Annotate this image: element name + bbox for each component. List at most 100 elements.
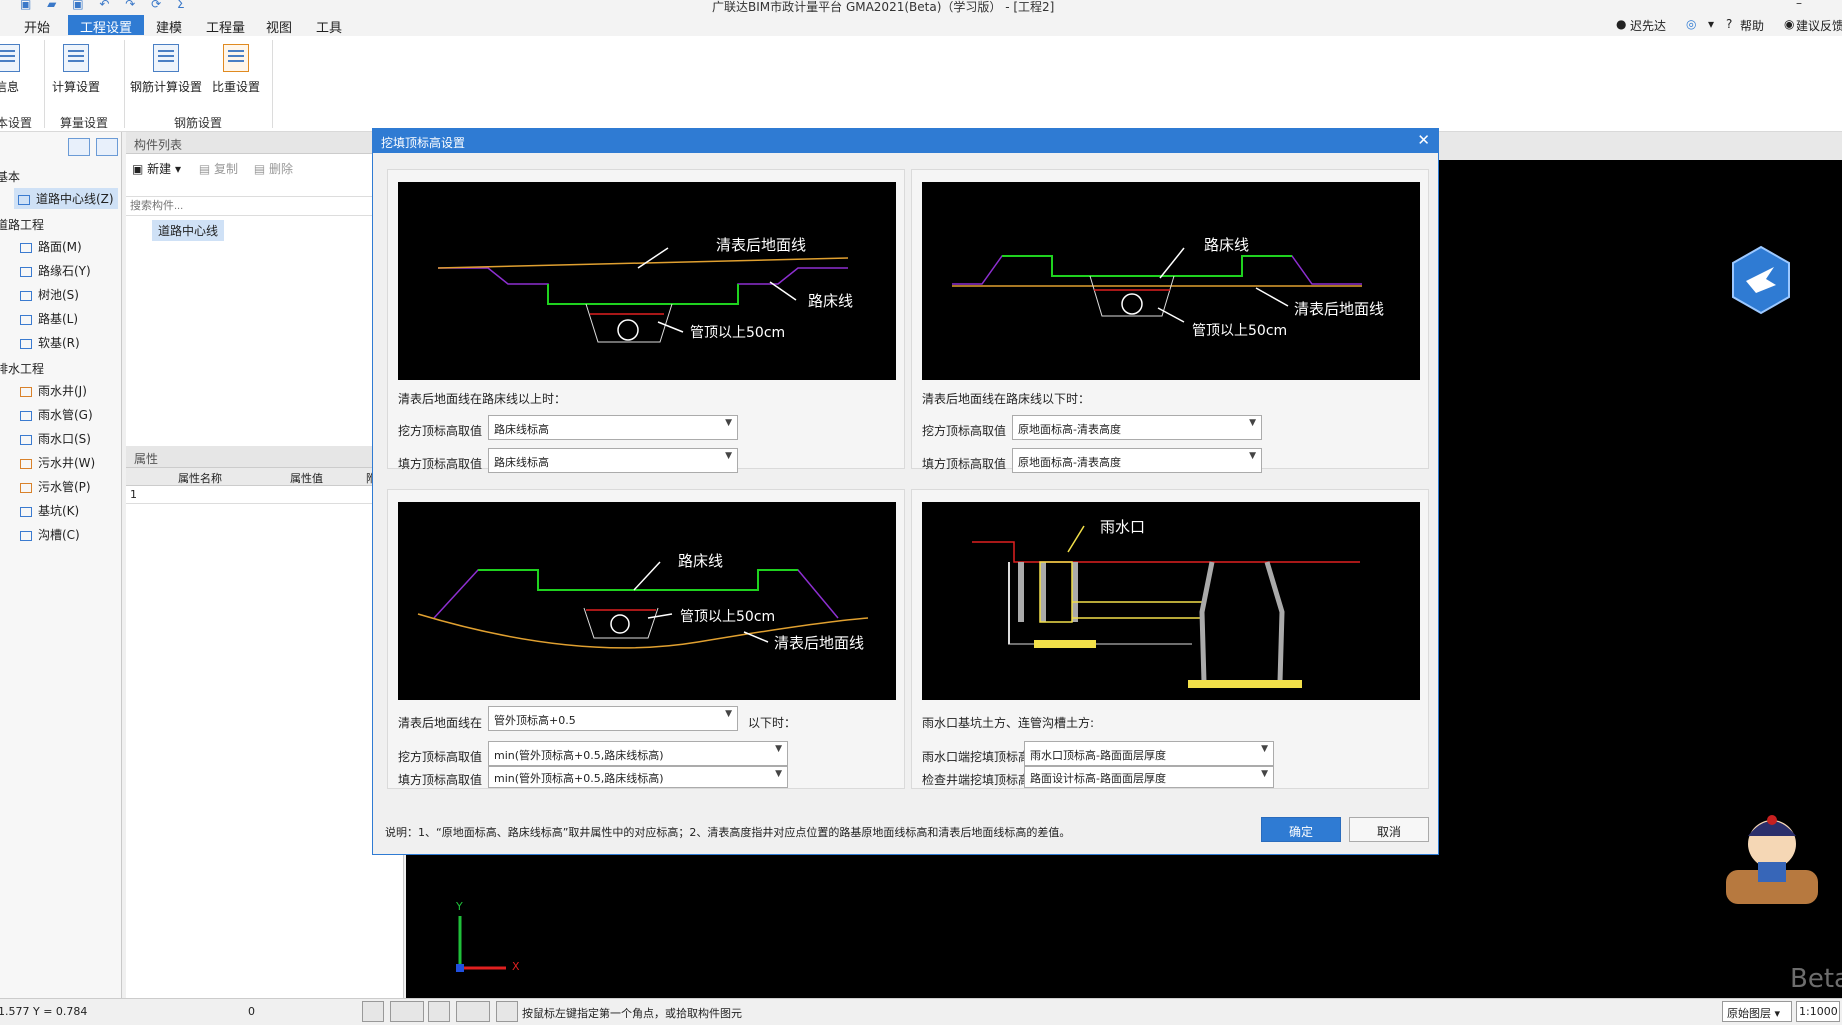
tree-item-road-centerline[interactable]: 道路中心线(Z) <box>14 188 118 209</box>
menu-quantity[interactable]: 工程量 <box>206 17 245 36</box>
q1-cut-select[interactable]: 路床线标高 ▼ <box>488 415 738 440</box>
properties-row[interactable]: 1 <box>126 486 402 504</box>
diagram-label: 雨水口 <box>1100 518 1146 536</box>
row-number: 1 <box>130 488 137 501</box>
calculator-icon <box>63 44 89 72</box>
ribbon-separator <box>272 40 273 128</box>
q3-cut-select[interactable]: min(管外顶标高+0.5,路床线标高) ▼ <box>488 741 788 766</box>
layer-select[interactable]: 原始图层 ▾ <box>1722 1001 1792 1022</box>
tree-item-label: 路基(L) <box>38 312 79 326</box>
q4-cut-select[interactable]: 雨水口顶标高-路面面层厚度 ▼ <box>1024 741 1274 766</box>
dialog-title-bar: 挖填顶标高设置 <box>373 129 1438 153</box>
info-button[interactable]: 信息 <box>0 44 20 95</box>
user-icon[interactable]: ● <box>1616 17 1626 31</box>
tree-item-sewage-pipe[interactable]: 污水管(P) <box>20 478 91 495</box>
tree-item-sewage-well[interactable]: 污水井(W) <box>20 454 95 471</box>
chevron-down-icon: ▼ <box>775 769 782 779</box>
q4-cut-value: 雨水口顶标高-路面面层厚度 <box>1030 749 1166 762</box>
component-search-input[interactable] <box>126 196 402 216</box>
menu-view[interactable]: 视图 <box>266 17 292 36</box>
tree-item-foundation-pit[interactable]: 基坑(K) <box>20 502 79 519</box>
q3-threshold-select[interactable]: 管外顶标高+0.5 ▼ <box>488 706 738 731</box>
properties-header: 属性名称 属性值 附 <box>126 468 402 486</box>
menu-tools[interactable]: 工具 <box>316 17 342 36</box>
component-tree-panel: 基本 道路中心线(Z) 道路工程 路面(M) 路缘石(Y) 树池(S) 路基(L… <box>0 132 122 998</box>
track-toggle[interactable] <box>456 1001 490 1022</box>
help-link[interactable]: 帮助 <box>1740 17 1764 34</box>
cross-toggle[interactable] <box>428 1001 450 1022</box>
cancel-button[interactable]: 取消 <box>1349 817 1429 842</box>
user-name[interactable]: 迟先达 <box>1630 17 1666 34</box>
q3-fill-select[interactable]: min(管外顶标高+0.5,路床线标高) ▼ <box>488 766 788 788</box>
tree-item-rain-inlet[interactable]: 雨水口(S) <box>20 430 91 447</box>
copy-button[interactable]: ▤ 复制 <box>199 162 238 176</box>
tree-item-rain-well[interactable]: 雨水井(J) <box>20 382 87 399</box>
tree-item-trench[interactable]: 沟槽(C) <box>20 526 80 543</box>
tree-section-basic[interactable]: 基本 <box>0 168 20 185</box>
question-icon[interactable]: ? <box>1726 17 1732 31</box>
delete-label: 删除 <box>269 162 294 176</box>
tree-pit-icon <box>20 290 32 301</box>
pavement-icon <box>20 242 32 253</box>
new-button[interactable]: ▣ 新建 ▾ <box>132 162 181 176</box>
tree-section-drainage[interactable]: 排水工程 <box>0 360 44 377</box>
q3-cut-value: min(管外顶标高+0.5,路床线标高) <box>494 749 664 762</box>
q3-caption-prefix: 清表后地面线在 <box>398 716 483 730</box>
chevron-down-icon: ▼ <box>1249 418 1256 428</box>
snap-toggle[interactable] <box>390 1001 424 1022</box>
list-view-toggle[interactable] <box>68 138 90 156</box>
status-counter: 0 <box>248 1005 255 1018</box>
q4-fill-label: 检查井端挖填顶标高 <box>922 773 1031 787</box>
feedback-link[interactable]: 建议反馈 <box>1796 17 1842 34</box>
delete-button[interactable]: ▤ 删除 <box>254 162 293 176</box>
component-item[interactable]: 道路中心线 <box>152 220 225 241</box>
status-hint: 按鼠标左键指定第一个角点，或拾取构件图元 <box>522 1007 742 1020</box>
tree-item-soft-foundation[interactable]: 软基(R) <box>20 334 80 351</box>
tree-item-label: 污水管(P) <box>38 480 91 494</box>
col-prop-name: 属性名称 <box>178 472 222 485</box>
shirt-icon[interactable]: ▾ <box>1708 17 1714 31</box>
tree-item-label: 路缘石(Y) <box>38 264 91 278</box>
menu-start[interactable]: 开始 <box>24 17 50 36</box>
tree-item-tree-pit[interactable]: 树池(S) <box>20 286 79 303</box>
tree-item-subgrade[interactable]: 路基(L) <box>20 310 78 327</box>
density-settings-button[interactable]: 比重设置 <box>212 44 260 95</box>
tree-section-road[interactable]: 道路工程 <box>0 216 44 233</box>
ok-button[interactable]: 确定 <box>1261 817 1341 842</box>
tree-item-curb[interactable]: 路缘石(Y) <box>20 262 91 279</box>
tree-item-pavement[interactable]: 路面(M) <box>20 238 82 255</box>
rebar-calc-settings-button[interactable]: 钢筋计算设置 <box>130 44 202 95</box>
window-title: 广联达BIM市政计量平台 GMA2021(Beta)（学习版） - [工程2] <box>712 0 1055 14</box>
foundation-pit-icon <box>20 506 32 517</box>
close-icon[interactable]: ✕ <box>1417 131 1430 149</box>
calc-settings-button[interactable]: 计算设置 <box>52 44 100 95</box>
menu-project-settings[interactable]: 工程设置 <box>68 15 145 36</box>
fill-cut-elevation-dialog: 挖填顶标高设置 ✕ 清表后地面线 路床线 管顶以上50cm 清表后地面线在路床线… <box>372 128 1439 855</box>
q1-fill-select[interactable]: 路床线标高 ▼ <box>488 448 738 473</box>
chevron-down-icon: ▼ <box>775 744 782 754</box>
tree-item-rain-pipe[interactable]: 雨水管(G) <box>20 406 93 423</box>
rain-pipe-icon <box>20 410 32 421</box>
ortho-toggle[interactable] <box>362 1001 384 1022</box>
quick-access-icons[interactable]: ▣ ▰ ▣ ↶ ↷ ⟳ Σ <box>20 0 191 11</box>
pen-icon <box>223 44 249 72</box>
q3-cut-label: 挖方顶标高取值 <box>398 750 483 764</box>
q4-fill-select[interactable]: 路面设计标高-路面面层厚度 ▼ <box>1024 766 1274 788</box>
tree-item-label: 道路中心线(Z) <box>36 192 114 206</box>
minimize-button[interactable]: – <box>1796 0 1802 10</box>
q2-fill-select[interactable]: 原地面标高-清表高度 ▼ <box>1012 448 1262 473</box>
copy-label: 复制 <box>214 162 239 176</box>
layer-value: 原始图层 <box>1727 1007 1771 1020</box>
dynamic-input-toggle[interactable] <box>496 1001 518 1022</box>
feedback-icon[interactable]: ◉ <box>1784 17 1794 31</box>
q2-cut-select[interactable]: 原地面标高-清表高度 ▼ <box>1012 415 1262 440</box>
quadrant-rain-inlet: 雨水口 雨水口基坑土方、连管沟槽土方: 雨水口端挖填顶标高 雨水口顶标高-路面面… <box>911 489 1429 789</box>
headset-icon[interactable]: ◎ <box>1686 17 1696 31</box>
bird-logo-icon[interactable] <box>1730 245 1792 315</box>
q4-fill-value: 路面设计标高-路面面层厚度 <box>1030 772 1166 785</box>
scale-select[interactable]: 1:1000 <box>1796 1001 1840 1022</box>
grid-view-toggle[interactable] <box>96 138 118 156</box>
menu-modeling[interactable]: 建模 <box>156 17 182 36</box>
tree-item-label: 树池(S) <box>38 288 79 302</box>
axis-indicator <box>456 916 506 972</box>
